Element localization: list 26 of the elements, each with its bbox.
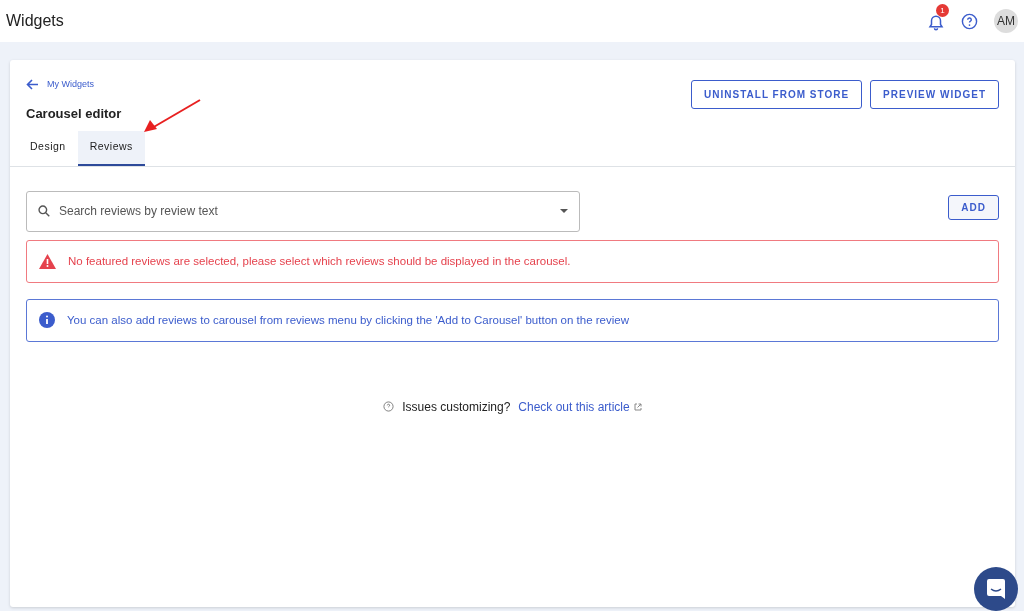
chat-button[interactable] [974, 567, 1018, 611]
help-icon [383, 401, 395, 413]
back-arrow-icon [26, 79, 39, 90]
chat-icon [986, 578, 1006, 600]
add-button[interactable]: ADD [948, 194, 999, 220]
external-link-icon [633, 402, 642, 411]
alert-message: No featured reviews are selected, please select which reviews should be displayed in the carousel. [68, 253, 571, 269]
tab[interactable]: Design [18, 131, 78, 166]
back-link[interactable]: My Widgets [26, 77, 94, 92]
tab[interactable]: Reviews [77, 131, 145, 166]
search-icon [37, 204, 51, 219]
search-field[interactable]: Search reviews by review text [26, 190, 580, 232]
page-title: Carousel editor [26, 104, 122, 123]
dropdown-caret-icon[interactable] [558, 208, 569, 215]
alert-message: You can also add reviews to carousel from reviews menu by clicking the 'Add to Carousel' button on the review [67, 312, 629, 328]
app-title: Widgets [6, 11, 64, 31]
warning-icon [39, 253, 56, 269]
bell-icon[interactable] [927, 13, 945, 32]
user-avatar[interactable]: AM [994, 9, 1018, 33]
info-icon [39, 312, 55, 329]
article-link[interactable]: Check out this article [518, 397, 642, 416]
notification-count: 1 [936, 4, 949, 17]
help-icon[interactable] [961, 12, 978, 30]
help-text: Issues customizing? [402, 398, 511, 416]
header-button[interactable]: UNINSTALL FROM STORE [691, 80, 863, 109]
header-button[interactable]: PREVIEW WIDGET [870, 80, 999, 109]
